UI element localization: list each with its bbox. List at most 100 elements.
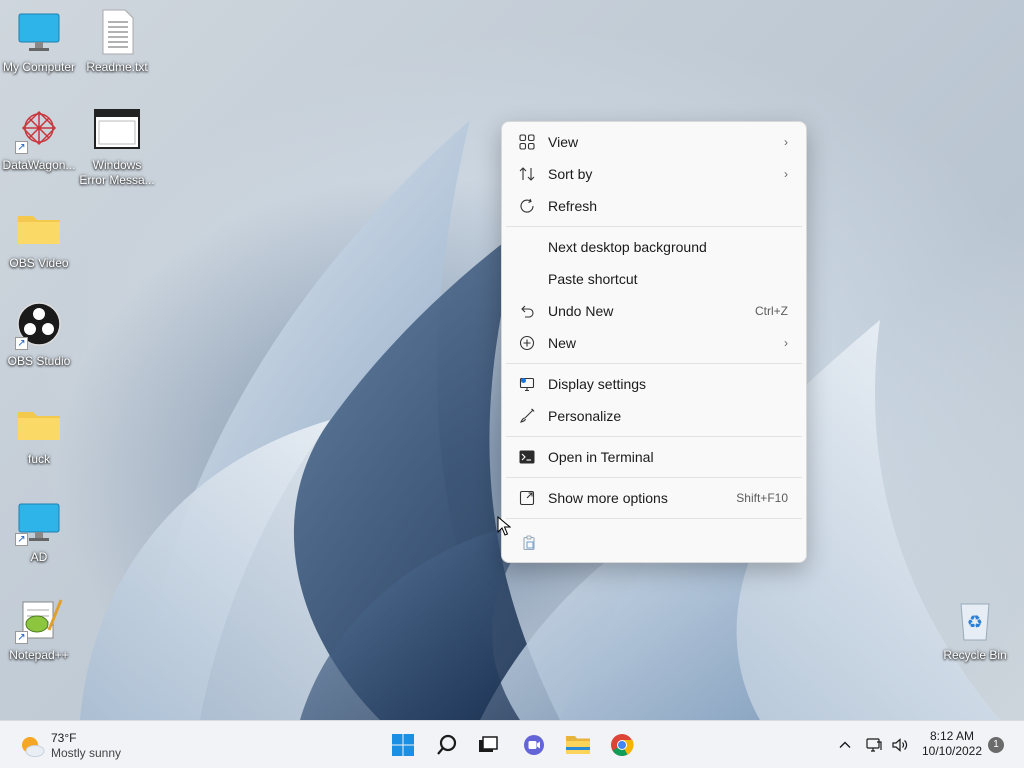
- desktop-icon-label: OBS Video: [9, 256, 69, 270]
- desktop-icon-windows-error-message[interactable]: Windows Error Messa...: [77, 106, 157, 188]
- menu-item-paste-shortcut[interactable]: Paste shortcut: [506, 263, 802, 295]
- menu-item-shortcut: Shift+F10: [736, 491, 788, 505]
- refresh-icon: [518, 197, 536, 215]
- desktop-icon-notepad-plus-plus[interactable]: ↗ Notepad++: [0, 596, 79, 663]
- menu-item-open-in-terminal[interactable]: Open in Terminal: [506, 441, 802, 473]
- network-status-button[interactable]: [860, 729, 888, 761]
- sort-icon: [518, 165, 536, 183]
- menu-item-label: Refresh: [548, 198, 598, 214]
- grid-icon: [518, 133, 536, 151]
- monitor-icon: ↗: [15, 498, 63, 546]
- search-icon: [437, 734, 457, 755]
- menu-item-undo-new[interactable]: Undo New Ctrl+Z: [506, 295, 802, 327]
- svg-text:♻: ♻: [967, 612, 983, 633]
- datawagon-app-icon: ↗: [15, 106, 63, 154]
- menu-item-label: View: [548, 134, 579, 150]
- expand-icon: [518, 489, 536, 507]
- obs-studio-icon: ↗: [15, 302, 63, 350]
- desktop-icon-label: DataWagon...: [2, 158, 76, 172]
- volume-button[interactable]: [886, 729, 914, 761]
- menu-item-label: Personalize: [548, 408, 622, 424]
- monitor-icon: [15, 8, 63, 56]
- folder-icon: [15, 204, 63, 252]
- menu-item-label: Paste shortcut: [548, 271, 638, 287]
- desktop-icon-readme[interactable]: Readme.txt: [77, 8, 157, 75]
- menu-separator: [506, 363, 802, 364]
- menu-item-label: Show more options: [548, 490, 668, 506]
- menu-item-label: Next desktop background: [548, 239, 707, 255]
- desktop-icon-obs-studio[interactable]: ↗ OBS Studio: [0, 302, 79, 369]
- weather-condition: Mostly sunny: [51, 746, 122, 760]
- desktop-icon-label: Windows Error Messa...: [79, 158, 155, 187]
- desktop-icon-label: My Computer: [2, 60, 76, 74]
- menu-item-sort-by[interactable]: Sort by ›: [506, 158, 802, 190]
- search-button[interactable]: [431, 729, 463, 761]
- chrome-icon: [611, 734, 634, 756]
- brush-icon: [518, 407, 536, 425]
- paste-button[interactable]: [518, 532, 540, 554]
- folder-icon: [15, 400, 63, 448]
- task-view-icon: [479, 736, 498, 752]
- menu-item-display-settings[interactable]: Display settings: [506, 368, 802, 400]
- taskbar: 73°F Mostly sunny 8:12 AM 10/10/2022: [0, 720, 1024, 768]
- menu-item-label: Sort by: [548, 166, 593, 182]
- menu-item-refresh[interactable]: Refresh: [506, 190, 802, 222]
- shortcut-arrow-icon: ↗: [15, 141, 28, 154]
- menu-item-label: Open in Terminal: [548, 449, 654, 465]
- desktop-icon-label: AD: [30, 550, 48, 564]
- teams-chat-button[interactable]: [518, 729, 550, 761]
- shortcut-arrow-icon: ↗: [15, 631, 28, 644]
- menu-item-view[interactable]: View ›: [506, 126, 802, 158]
- start-button[interactable]: [387, 729, 419, 761]
- desktop-icon-label: Notepad++: [9, 648, 69, 662]
- desktop-icon-datawagon[interactable]: ↗ DataWagon...: [0, 106, 79, 173]
- chevron-up-icon: [839, 741, 851, 748]
- task-view-button[interactable]: [472, 729, 504, 761]
- menu-item-label: Display settings: [548, 376, 647, 392]
- weather-widget[interactable]: 73°F Mostly sunny: [18, 729, 121, 763]
- desktop-icon-obs-video[interactable]: OBS Video: [0, 204, 79, 271]
- desktop-icon-my-computer[interactable]: My Computer: [0, 8, 79, 75]
- windows-logo-icon: [392, 734, 414, 756]
- shortcut-arrow-icon: ↗: [15, 337, 28, 350]
- desktop-icon-recycle-bin[interactable]: ♻ Recycle Bin: [935, 596, 1015, 663]
- speaker-icon: [892, 738, 908, 752]
- shortcut-arrow-icon: ↗: [15, 533, 28, 546]
- weather-sun-icon: [18, 732, 46, 760]
- menu-item-new[interactable]: New ›: [506, 327, 802, 359]
- menu-item-personalize[interactable]: Personalize: [506, 400, 802, 432]
- chrome-button[interactable]: [606, 729, 638, 761]
- desktop-context-menu: View › Sort by › Refresh Next desktop ba…: [501, 121, 807, 563]
- menu-item-show-more-options[interactable]: Show more options Shift+F10: [506, 482, 802, 514]
- weather-temperature: 73°F: [51, 731, 77, 745]
- notepad-plus-plus-icon: ↗: [15, 596, 63, 644]
- paste-icon: [523, 535, 535, 551]
- network-icon: [866, 738, 882, 752]
- desktop-icon-label: Readme.txt: [86, 60, 148, 74]
- chevron-right-icon: ›: [784, 135, 788, 149]
- clock[interactable]: 8:12 AM 10/10/2022: [918, 729, 986, 759]
- mouse-cursor-icon: [497, 515, 512, 541]
- chat-icon: [524, 735, 544, 755]
- desktop-icon-folder[interactable]: fuck: [0, 400, 79, 467]
- menu-item-next-desktop-background[interactable]: Next desktop background: [506, 231, 802, 263]
- chevron-right-icon: ›: [784, 336, 788, 350]
- text-document-icon: [93, 8, 141, 56]
- terminal-icon: [518, 448, 536, 466]
- window-icon: [93, 106, 141, 154]
- menu-separator: [506, 477, 802, 478]
- undo-icon: [518, 302, 536, 320]
- clock-date: 10/10/2022: [921, 744, 983, 758]
- menu-separator: [506, 226, 802, 227]
- display-settings-icon: [518, 375, 536, 393]
- desktop-icon-label: Recycle Bin: [943, 648, 1007, 662]
- desktop-icon-ad[interactable]: ↗ AD: [0, 498, 79, 565]
- menu-separator: [506, 436, 802, 437]
- recycle-bin-icon: ♻: [951, 596, 999, 644]
- plus-circle-icon: [518, 334, 536, 352]
- menu-bottom-bar: [506, 523, 802, 563]
- notification-badge[interactable]: 1: [988, 737, 1004, 753]
- file-explorer-icon: [566, 736, 590, 754]
- show-hidden-icons-button[interactable]: [830, 729, 860, 761]
- file-explorer-button[interactable]: [562, 729, 594, 761]
